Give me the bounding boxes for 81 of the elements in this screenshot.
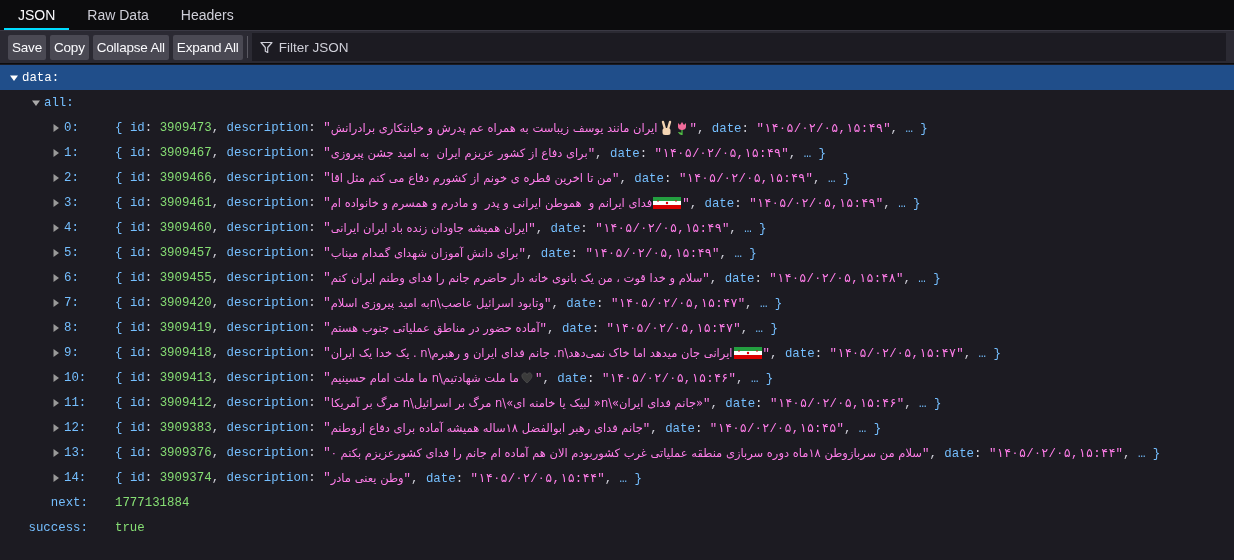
object-preview: { id: 3909466, description: " (115, 170, 331, 185)
json-key: 14: (64, 470, 87, 485)
expand-toggle-icon[interactable] (52, 223, 60, 232)
description-text: من تا اخرین قطره ی خونم از کشورم دفاع می کنم مثل اقا (330, 170, 612, 185)
expand-toggle-icon[interactable] (52, 423, 60, 432)
description-text: ایرانی جان میدهد اما خاک نمی‌دهد\n. جانم فدای ایران و رهبرم\n . یک خدا یک ایران (330, 345, 733, 360)
json-key: 2: (64, 170, 79, 185)
object-preview: { id: 3909418, description: " (115, 345, 331, 360)
description-text: ایران مانند یوسف زیباست به همراه عم پدرش و خیانتکاری برادرانش (330, 120, 658, 135)
filter-icon (259, 41, 273, 54)
expand-toggle-icon[interactable] (52, 298, 60, 307)
json-value: true (115, 520, 145, 535)
description-text: «جانم فدای ایران»\n« لبیک یا خامنه ای»\n مرگ بر اسرائیل\n مرگ بر آمریکا (330, 395, 704, 410)
json-key: success: (28, 520, 88, 535)
json-key: all: (44, 95, 74, 110)
json-key: 8: (64, 320, 79, 335)
description-text: برای دانش آموزان شهدای گمدام میناب (330, 245, 519, 260)
description-text: وتابود اسرائیل عاصب\nبه امید پیروزی اسلام (330, 295, 544, 310)
description-text: فدای ایرانم و هموطن ایرانی و پدر و مادرم و همسرم و خانواده ام (330, 195, 653, 210)
collapse-toggle-icon[interactable] (10, 73, 18, 82)
json-key: 1: (64, 145, 79, 160)
object-preview: { id: 3909413, description: " (115, 370, 331, 385)
object-preview: { id: 3909376, description: " (115, 445, 331, 460)
json-key: data: (22, 70, 60, 85)
description-text: برای دفاع از کشور عزیزم ایران به امید جشن پیروزی (330, 145, 588, 160)
filter-field[interactable]: Filter JSON (251, 33, 1226, 61)
flag-icon (653, 194, 682, 211)
description-text: ما ملت شهادتیم\n ما ملت امام حسینیم (330, 370, 519, 385)
toolbar-button[interactable]: Expand All (172, 34, 243, 60)
expand-toggle-icon[interactable] (52, 248, 60, 257)
json-key: 11: (64, 395, 87, 410)
object-preview: { id: 3909457, description: " (115, 245, 331, 260)
tab[interactable]: JSON (4, 0, 70, 30)
description-text: آماده حضور در مناطق عملیاتی جنوب هستم (330, 320, 540, 335)
tree-row[interactable]: data: (0, 65, 1234, 90)
tab[interactable]: Headers (166, 0, 248, 30)
json-key: 0: (64, 120, 79, 135)
expand-toggle-icon[interactable] (52, 398, 60, 407)
toolbar-button[interactable]: Copy (50, 34, 89, 60)
heart-icon (519, 369, 534, 386)
json-key: 12: (64, 420, 87, 435)
description-text: وطن یعنی مادر (330, 470, 404, 485)
expand-toggle-icon[interactable] (52, 198, 60, 207)
description-text: ایران همیشه جاودان زنده باد ایران ایرانی (330, 220, 529, 235)
expand-toggle-icon[interactable] (52, 448, 60, 457)
json-key: 5: (64, 245, 79, 260)
json-key: 9: (64, 345, 79, 360)
toolbar-button[interactable]: Save (8, 34, 46, 60)
expand-toggle-icon[interactable] (52, 373, 60, 382)
expand-toggle-icon[interactable] (52, 148, 60, 157)
json-key: 7: (64, 295, 79, 310)
description-text: سلام و خدا قوت ، من یک بانوی خانه دار حاضرم جانم را فدای وطنم ایران کنم (330, 270, 703, 285)
json-key: 6: (64, 270, 79, 285)
description-text: جانم فدای رهبر ابوالفضل ۱۸ساله همیشه آماده برای دفاع ازوطنم (330, 420, 643, 435)
expand-toggle-icon[interactable] (52, 173, 60, 182)
object-preview: { id: 3909383, description: " (115, 420, 331, 435)
json-value: 1777131884 (115, 495, 190, 510)
flag-icon (733, 344, 762, 361)
toolbar-button[interactable]: Collapse All (92, 34, 169, 60)
json-key: 4: (64, 220, 79, 235)
collapse-toggle-icon[interactable] (32, 98, 40, 107)
tab[interactable]: Raw Data (73, 0, 163, 30)
object-preview: { id: 3909419, description: " (115, 320, 331, 335)
object-preview: { id: 3909455, description: " (115, 270, 331, 285)
object-preview: { id: 3909460, description: " (115, 220, 331, 235)
object-preview: { id: 3909473, description: " (115, 120, 331, 135)
json-key: 13: (64, 445, 87, 460)
object-preview: { id: 3909374, description: " (115, 470, 331, 485)
description-text: سلام من سربازوطن ۱۸ماه دوره سربازی منطقه عملیاتی غرب کشوربودم الان هم آماده ام جانم را فدای کشورعزیزم بکنم ۰ (330, 445, 922, 460)
expand-toggle-icon[interactable] (52, 123, 60, 132)
object-preview: { id: 3909467, description: " (115, 145, 331, 160)
object-preview: { id: 3909412, description: " (115, 395, 331, 410)
expand-toggle-icon[interactable] (52, 473, 60, 482)
json-key: 10: (64, 370, 87, 385)
json-key: next: (50, 495, 88, 510)
expand-toggle-icon[interactable] (52, 348, 60, 357)
expand-toggle-icon[interactable] (52, 323, 60, 332)
expand-toggle-icon[interactable] (52, 273, 60, 282)
json-key: 3: (64, 195, 79, 210)
object-preview: { id: 3909461, description: " (115, 195, 331, 210)
object-preview: { id: 3909420, description: " (115, 295, 331, 310)
